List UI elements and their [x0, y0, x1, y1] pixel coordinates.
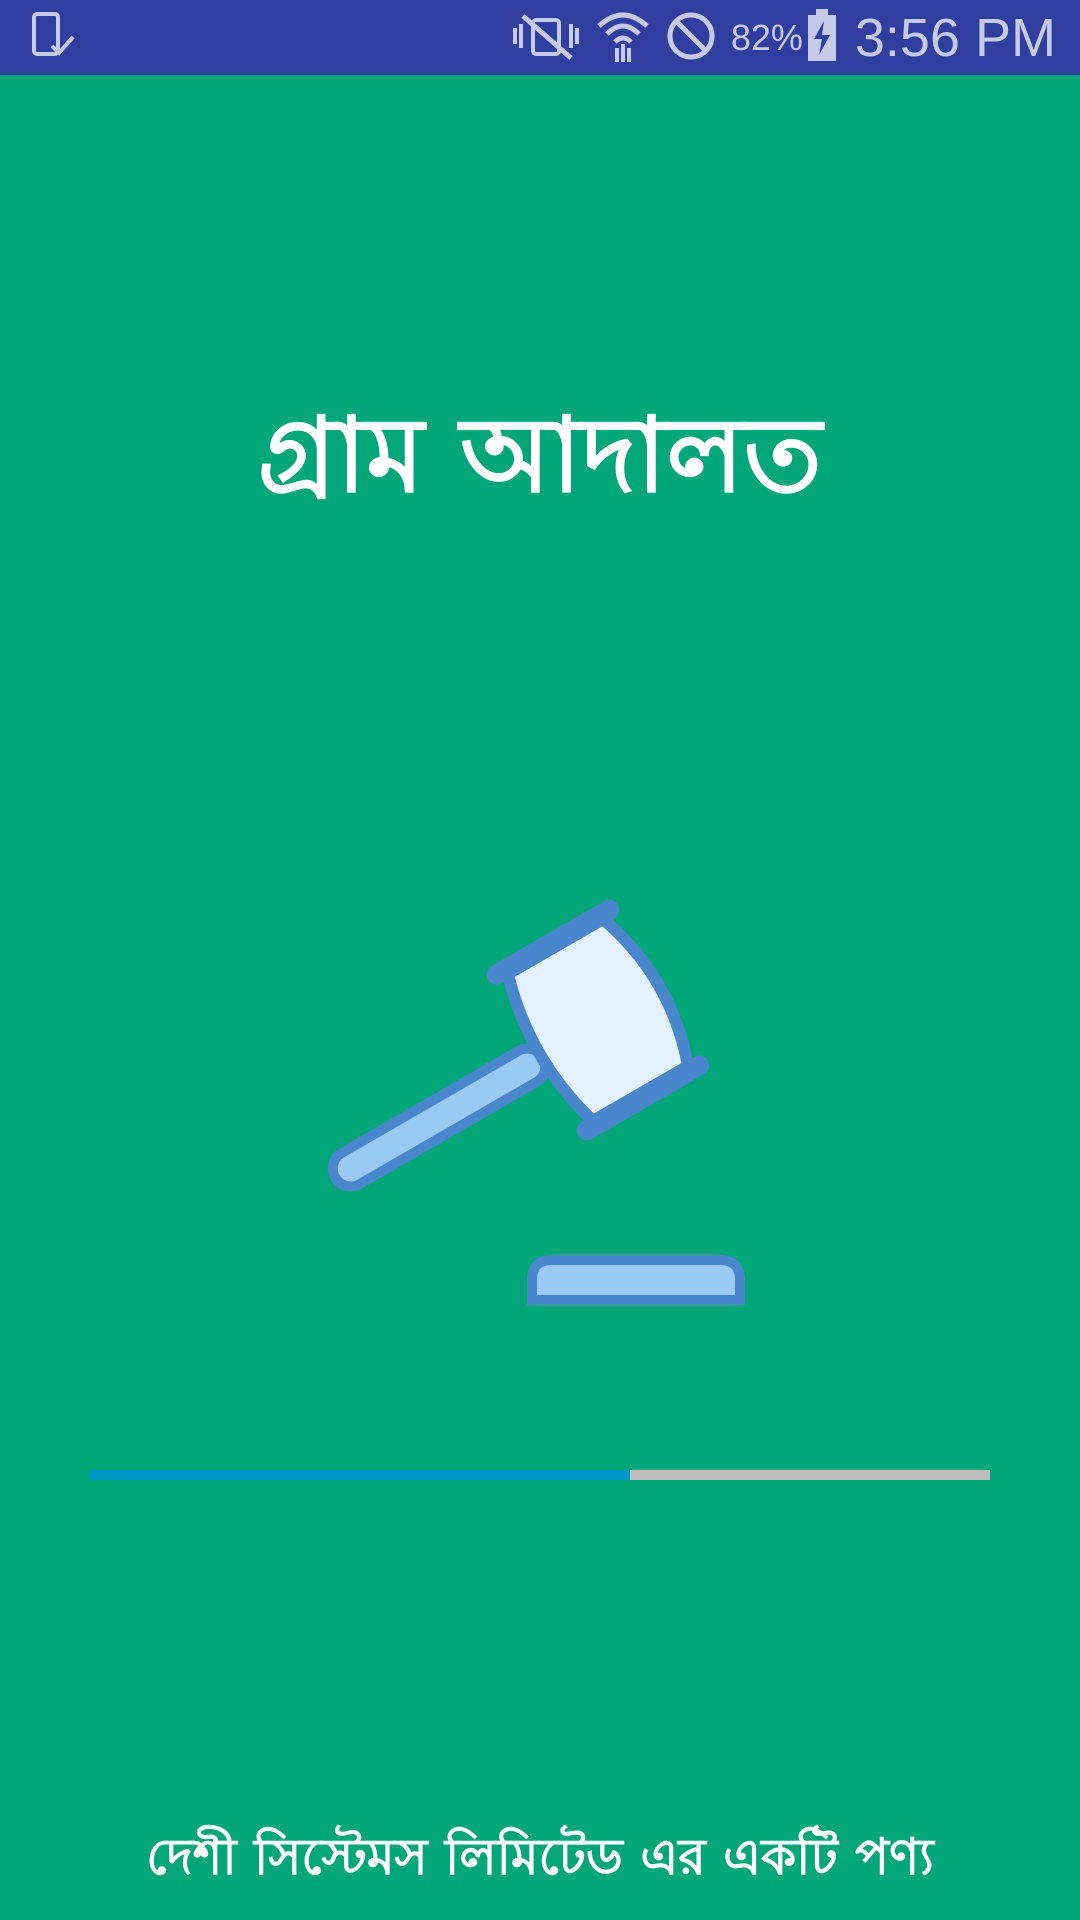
battery-charging-icon: [807, 8, 837, 67]
gavel-icon: [320, 880, 760, 1310]
battery-percent: 82%: [730, 16, 803, 58]
footer-credit: দেশী সিস্টেমস লিমিটেড এর একটি পণ্য: [146, 1828, 934, 1886]
loading-progress-bar: [89, 1470, 990, 1480]
wifi-icon: [595, 8, 651, 68]
vibrate-off-icon: [511, 12, 581, 64]
progress-fill: [89, 1470, 630, 1480]
app-title: গ্রাম আদালত: [258, 394, 822, 516]
clock: 3:56 PM: [854, 7, 1056, 68]
do-not-disturb-icon: [665, 10, 717, 66]
status-bar: 82% 3:56 PM: [0, 0, 1080, 75]
device-check-icon: [30, 12, 76, 64]
